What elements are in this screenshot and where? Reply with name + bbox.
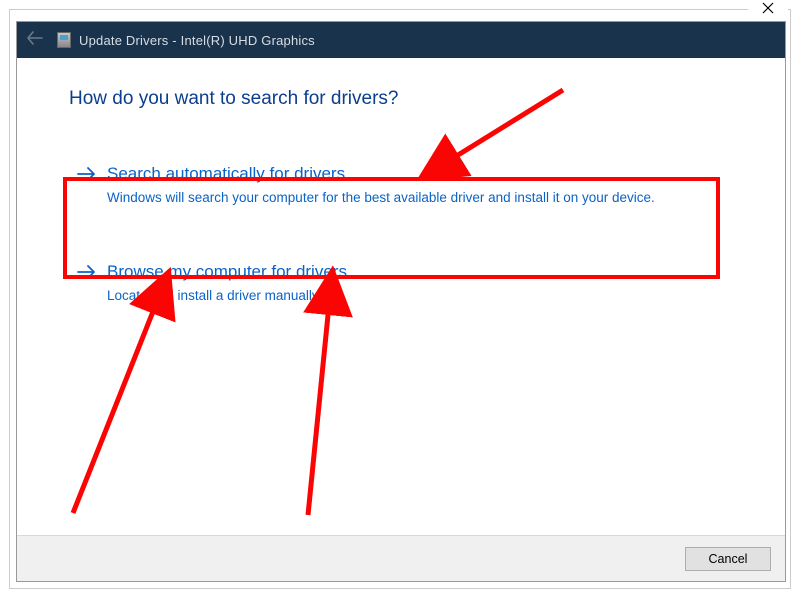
back-arrow-icon[interactable] <box>27 31 43 49</box>
arrow-right-icon <box>77 264 95 285</box>
option-title: Search automatically for drivers <box>107 164 729 184</box>
option-browse-computer[interactable]: Browse my computer for drivers Locate an… <box>75 256 737 312</box>
update-drivers-dialog: Update Drivers - Intel(R) UHD Graphics H… <box>16 21 786 582</box>
close-button[interactable] <box>748 0 788 20</box>
cancel-button[interactable]: Cancel <box>685 547 771 571</box>
button-bar: Cancel <box>17 535 785 581</box>
page-heading: How do you want to search for drivers? <box>69 88 737 110</box>
dialog-content: How do you want to search for drivers? S… <box>17 58 785 535</box>
option-description: Locate and install a driver manually. <box>107 287 729 306</box>
option-search-automatically[interactable]: Search automatically for drivers Windows… <box>75 158 737 214</box>
option-text: Browse my computer for drivers Locate an… <box>107 262 729 306</box>
arrow-right-icon <box>77 166 95 187</box>
option-title: Browse my computer for drivers <box>107 262 729 282</box>
option-description: Windows will search your computer for th… <box>107 189 729 208</box>
outer-frame: Update Drivers - Intel(R) UHD Graphics H… <box>9 9 791 589</box>
option-text: Search automatically for drivers Windows… <box>107 164 729 208</box>
window-title: Update Drivers - Intel(R) UHD Graphics <box>79 33 315 48</box>
titlebar: Update Drivers - Intel(R) UHD Graphics <box>17 22 785 58</box>
device-icon <box>57 32 71 48</box>
